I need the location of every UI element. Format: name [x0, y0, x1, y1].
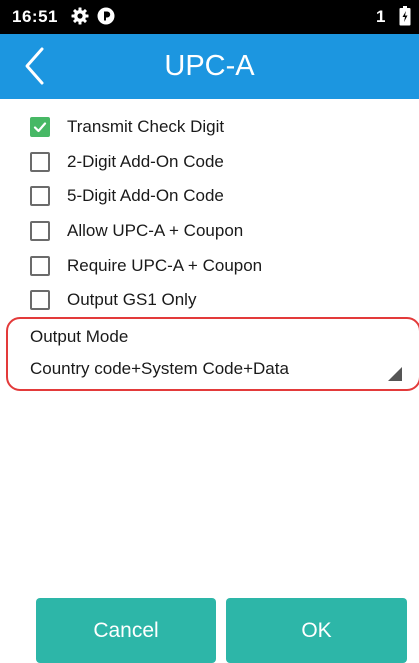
cancel-button[interactable]: Cancel — [36, 598, 216, 663]
checkmark-icon — [33, 122, 47, 133]
output-mode-value: Country code+System Code+Data — [30, 359, 289, 378]
checkbox-checked[interactable] — [30, 117, 50, 137]
dropdown-arrow-icon — [388, 367, 402, 381]
battery-charging-icon — [399, 6, 411, 26]
option-label: 2-Digit Add-On Code — [67, 152, 224, 171]
option-5-digit-add-on[interactable]: 5-Digit Add-On Code — [30, 181, 390, 211]
option-label: Allow UPC-A + Coupon — [67, 221, 244, 240]
option-transmit-check-digit[interactable]: Transmit Check Digit — [30, 112, 390, 142]
chevron-left-icon — [25, 47, 44, 85]
status-bar: 16:51 1 — [0, 0, 419, 34]
app-bar: UPC-A — [0, 34, 419, 99]
option-label: Require UPC-A + Coupon — [67, 256, 263, 275]
gear-icon — [70, 6, 90, 26]
output-mode-section: Output Mode Country code+System Code+Dat… — [6, 317, 419, 391]
page-title: UPC-A — [164, 50, 255, 82]
checkbox-unchecked[interactable] — [30, 186, 50, 206]
option-require-upc-a-coupon[interactable]: Require UPC-A + Coupon — [30, 251, 390, 281]
output-mode-dropdown[interactable]: Country code+System Code+Data — [26, 357, 418, 389]
sim-indicator: 1 — [376, 7, 386, 26]
app-notification-icon — [96, 6, 116, 26]
status-time: 16:51 — [12, 7, 58, 26]
option-output-gs1-only[interactable]: Output GS1 Only — [30, 285, 390, 315]
checkbox-unchecked[interactable] — [30, 152, 50, 172]
option-label: Output GS1 Only — [67, 290, 197, 309]
bottom-buttons: Cancel OK — [0, 598, 419, 663]
back-button[interactable] — [16, 46, 56, 86]
option-label: 5-Digit Add-On Code — [67, 186, 224, 205]
checkbox-unchecked[interactable] — [30, 290, 50, 310]
output-mode-label: Output Mode — [30, 327, 129, 346]
option-2-digit-add-on[interactable]: 2-Digit Add-On Code — [30, 147, 390, 177]
ok-button[interactable]: OK — [226, 598, 407, 663]
option-label: Transmit Check Digit — [67, 117, 225, 136]
checkbox-unchecked[interactable] — [30, 221, 50, 241]
option-allow-upc-a-coupon[interactable]: Allow UPC-A + Coupon — [30, 216, 390, 246]
checkbox-unchecked[interactable] — [30, 256, 50, 276]
